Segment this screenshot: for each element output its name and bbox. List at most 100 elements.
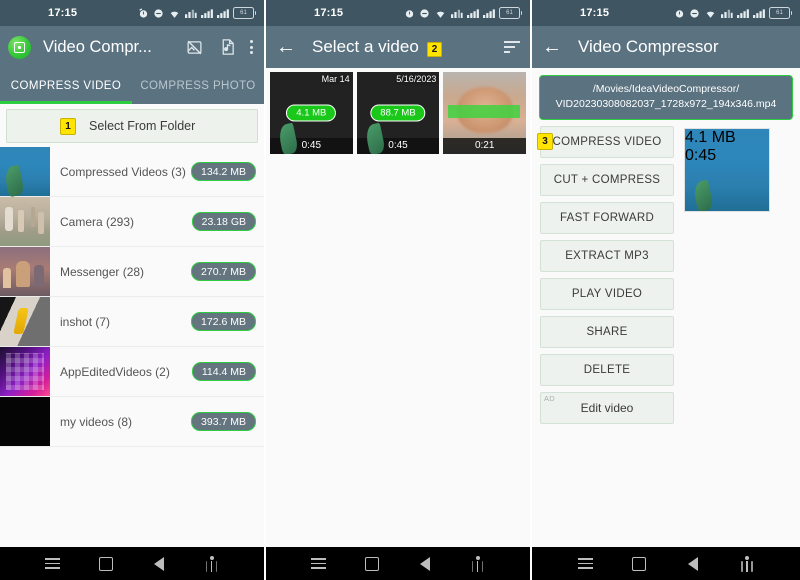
file-path-line-2: VID20230308082037_1728x972_194x346.mp4 (555, 98, 777, 111)
play-video-button[interactable]: PLAY VIDEO (540, 278, 674, 311)
signal-2-icon (753, 8, 765, 18)
file-path-line-1: /Movies/IdeaVideoCompressor/ (592, 83, 740, 95)
battery-level: 61 (240, 10, 247, 16)
audio-file-icon[interactable] (217, 37, 237, 57)
folder-name: inshot (7) (60, 314, 111, 329)
folder-name: my videos (8) (60, 414, 133, 429)
back-icon[interactable] (680, 554, 706, 574)
screen-select-video: 17:15 61 ← Select a video 2 Mar 14 4.1 M… (266, 0, 532, 580)
status-bar: 17:15 61 (532, 0, 800, 26)
edit-video-label: Edit video (580, 401, 634, 416)
folder-size-badge: 114.4 MB (191, 362, 256, 381)
back-arrow-icon[interactable]: ← (276, 37, 298, 57)
home-icon[interactable] (359, 554, 385, 574)
video-date: 5/16/2023 (396, 74, 437, 84)
signal-2-icon (217, 8, 229, 18)
dnd-icon (690, 8, 699, 18)
folder-thumbnail (0, 297, 50, 346)
video-duration: 0:45 (270, 138, 353, 154)
alarm-icon (405, 9, 414, 18)
wifi-icon (436, 11, 445, 18)
preview-size-badge: 4.1 MB (685, 129, 736, 147)
mobile-data-icon (451, 9, 463, 18)
battery-icon: 61 (233, 7, 256, 19)
list-item[interactable]: 0:21 (443, 72, 527, 154)
home-icon[interactable] (626, 554, 652, 574)
folder-thumbnail (0, 397, 50, 446)
delete-button[interactable]: DELETE (540, 354, 674, 387)
status-icons: 61 (404, 7, 522, 19)
back-arrow-icon[interactable]: ← (542, 37, 564, 57)
folder-thumbnail (0, 147, 50, 196)
image-off-icon[interactable] (184, 37, 204, 57)
folder-size-badge: 134.2 MB (191, 162, 256, 181)
tab-indicator (0, 101, 132, 104)
overflow-menu-icon[interactable] (250, 40, 253, 54)
extract-mp3-button[interactable]: EXTRACT MP3 (540, 240, 674, 273)
marker-2-wrap: 2 (426, 39, 443, 57)
table-row[interactable]: AppEditedVideos (2) 114.4 MB (0, 347, 264, 397)
ad-label: AD (544, 394, 556, 404)
accessibility-icon[interactable] (199, 554, 225, 574)
select-from-folder-button[interactable]: 1 Select From Folder (6, 109, 258, 143)
recents-icon[interactable] (306, 554, 332, 574)
back-icon[interactable] (412, 554, 438, 574)
accessibility-icon[interactable] (734, 554, 760, 574)
share-button[interactable]: SHARE (540, 316, 674, 349)
mobile-data-icon (185, 9, 197, 18)
alarm-icon (675, 9, 684, 18)
status-time: 17:15 (580, 7, 610, 19)
status-bar: 17:15 61 (266, 0, 530, 26)
table-row[interactable]: Compressed Videos (3) 134.2 MB (0, 147, 264, 197)
status-icons: 61 (674, 7, 792, 19)
page-title: Video Compr... (43, 37, 152, 56)
video-duration: 0:45 (356, 138, 440, 154)
tab-compress-photo[interactable]: COMPRESS PHOTO (132, 68, 264, 104)
back-icon[interactable] (146, 554, 172, 574)
battery-level: 61 (506, 10, 513, 16)
table-row[interactable]: Camera (293) 23.18 GB (0, 197, 264, 247)
app-bar: ← Select a video 2 (266, 26, 530, 68)
folder-name: Messenger (28) (60, 264, 145, 279)
dnd-icon (154, 8, 163, 18)
video-preview-thumbnail[interactable]: 4.1 MB 0:45 (684, 128, 770, 213)
alarm-icon (139, 8, 148, 18)
signal-2-icon (483, 8, 495, 18)
screenshot-root: 17:15 61 Video Compr... COMPRESS VIDEO C… (0, 0, 800, 580)
cut-compress-button[interactable]: CUT + COMPRESS (540, 164, 674, 197)
folder-thumbnail (0, 197, 50, 246)
page-title: Video Compressor (578, 37, 719, 56)
edit-video-ad-button[interactable]: AD Edit video (540, 392, 674, 425)
app-bar: ← Video Compressor (532, 26, 800, 68)
list-item[interactable]: 5/16/2023 88.7 MB 0:45 (356, 72, 440, 154)
folder-thumbnail (0, 347, 50, 396)
status-icons: 61 (138, 7, 256, 19)
status-time: 17:15 (314, 7, 344, 19)
screen-video-compressor: 17:15 61 ← Video Compressor /Movies/Idea… (532, 0, 800, 580)
action-button-column: 3 COMPRESS VIDEO CUT + COMPRESS FAST FOR… (537, 126, 674, 425)
home-icon[interactable] (93, 554, 119, 574)
tab-compress-video[interactable]: COMPRESS VIDEO (0, 68, 132, 104)
folder-name: AppEditedVideos (2) (60, 364, 170, 379)
table-row[interactable]: Messenger (28) 270.7 MB (0, 247, 264, 297)
sort-icon[interactable] (504, 41, 520, 53)
fast-forward-button[interactable]: FAST FORWARD (540, 202, 674, 235)
battery-icon: 61 (499, 7, 522, 19)
table-row[interactable]: inshot (7) 172.6 MB (0, 297, 264, 347)
compress-video-button[interactable]: COMPRESS VIDEO (540, 126, 674, 159)
app-logo-icon (8, 35, 31, 59)
folder-size-badge: 393.7 MB (191, 412, 256, 431)
marker-2: 2 (426, 42, 443, 57)
recents-icon[interactable] (572, 554, 598, 574)
page-title: Select a video (312, 37, 419, 56)
table-row[interactable]: my videos (8) 393.7 MB (0, 397, 264, 447)
video-size-badge: 88.7 MB (370, 104, 426, 122)
tab-bar: COMPRESS VIDEO COMPRESS PHOTO (0, 68, 264, 104)
list-item[interactable]: Mar 14 4.1 MB 0:45 (270, 72, 353, 154)
video-duration: 0:21 (443, 138, 527, 154)
folder-list-body: 1 Select From Folder Compressed Videos (… (0, 104, 264, 547)
video-grid: Mar 14 4.1 MB 0:45 5/16/2023 88.7 MB 0:4… (266, 68, 530, 158)
screen-folder-list: 17:15 61 Video Compr... COMPRESS VIDEO C… (0, 0, 266, 580)
recents-icon[interactable] (40, 554, 66, 574)
accessibility-icon[interactable] (465, 554, 491, 574)
